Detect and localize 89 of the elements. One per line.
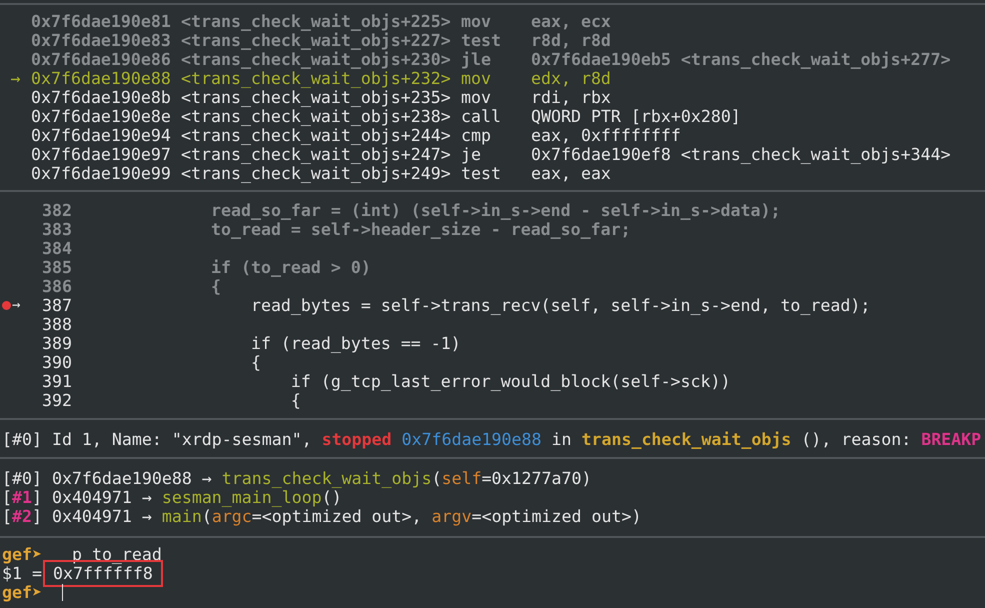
instruction-operands: r8d, r8d xyxy=(531,31,611,50)
function-name: trans_check_wait_objs xyxy=(222,469,432,488)
current-arrow: → xyxy=(10,69,20,88)
line-number: 386 xyxy=(41,277,72,296)
line-number: 388 xyxy=(41,315,72,334)
argument-name: argv xyxy=(432,507,472,526)
line-number: 382 xyxy=(41,201,72,220)
output-text: () xyxy=(322,488,342,507)
instruction-mnemonic: mov xyxy=(461,69,492,88)
instruction-mnemonic: mov xyxy=(461,12,492,31)
code-line: { xyxy=(211,277,221,296)
instruction-mnemonic: test xyxy=(461,31,502,50)
line-number: 387 xyxy=(41,296,72,315)
output-text: ] 0x404971 → xyxy=(32,488,153,507)
code-line: read_bytes = self->trans_recv(self, self->in_s->end, to_read); xyxy=(250,296,870,315)
instruction-address: 0x7f6dae190e8b xyxy=(31,88,172,107)
code-line: { xyxy=(250,353,261,372)
instruction-symbol: <trans_check_wait_objs+230> xyxy=(181,50,452,69)
instruction-address: 0x7f6dae190e99 xyxy=(31,164,172,183)
instruction-symbol: <trans_check_wait_objs+249> xyxy=(181,164,452,183)
output-text: =<optimized out>, xyxy=(252,507,423,526)
function-name: trans_check_wait_objs xyxy=(582,430,792,449)
text-cursor xyxy=(62,584,63,601)
argument-name: self xyxy=(442,469,482,488)
instruction-operands: eax, eax xyxy=(531,164,611,183)
line-number: 391 xyxy=(41,372,72,391)
line-number: 384 xyxy=(41,239,72,258)
output-text: (), reason: xyxy=(801,430,912,449)
instruction-operands: rdi, rbx xyxy=(531,88,611,107)
instruction-operands: QWORD PTR [rbx+0x280] xyxy=(531,107,741,126)
instruction-symbol: <trans_check_wait_objs+247> xyxy=(181,145,452,164)
output-text: $1 = xyxy=(2,564,42,583)
instruction-symbol: <trans_check_wait_objs+235> xyxy=(181,88,452,107)
instruction-operands: eax, ecx xyxy=(531,12,611,31)
instruction-operands: eax, 0xffffffff xyxy=(531,126,681,145)
function-name: sesman_main_loop xyxy=(162,488,322,507)
prompt-text: gef➤ xyxy=(2,545,42,564)
output-text: ( xyxy=(432,469,442,488)
instruction-symbol: <trans_check_wait_objs+232> xyxy=(181,69,452,88)
line-number: 390 xyxy=(41,353,72,372)
instruction-address: 0x7f6dae190e86 xyxy=(31,50,172,69)
output-text: in xyxy=(552,430,572,449)
prompt-text: gef➤ xyxy=(2,583,42,602)
line-number: 392 xyxy=(41,391,72,410)
instruction-address: 0x7f6dae190e81 xyxy=(31,12,172,31)
frame-number: #2 xyxy=(12,507,32,526)
instruction-operands: edx, r8d xyxy=(531,69,611,88)
function-name: main xyxy=(162,507,202,526)
output-text: [#0] Id 1, Name: "xrdp-sesman", xyxy=(2,430,312,449)
code-line: if (read_bytes == -1) xyxy=(250,334,461,353)
instruction-operands: 0x7f6dae190ef8 <trans_check_wait_objs+344> xyxy=(531,145,951,164)
instruction-mnemonic: mov xyxy=(461,88,492,107)
instruction-mnemonic: call xyxy=(461,107,502,126)
value-text: 0x7ffffff8 xyxy=(42,560,163,587)
instruction-address: 0x7f6dae190e8e xyxy=(31,107,172,126)
frame-number: #1 xyxy=(12,488,32,507)
code-line: read_so_far = (int) (self->in_s->end - self->in_s->data); xyxy=(211,201,780,220)
argument-name: argc xyxy=(212,507,252,526)
line-number: 385 xyxy=(41,258,72,277)
instruction-operands: 0x7f6dae190eb5 <trans_check_wait_objs+277> xyxy=(531,50,951,69)
reason-text: BREAKP xyxy=(921,430,982,449)
output-text: =0x1277a70) xyxy=(482,469,592,488)
instruction-address: 0x7f6dae190e83 xyxy=(31,31,172,50)
status-text: stopped xyxy=(322,430,392,449)
output-text: ] 0x404971 → xyxy=(32,507,153,526)
code-line: if (to_read > 0) xyxy=(211,258,371,277)
instruction-address: 0x7f6dae190e88 xyxy=(31,69,172,88)
code-line: if (g_tcp_last_error_would_block(self->sck)) xyxy=(290,372,730,391)
code-line: to_read = self->header_size - read_so_far; xyxy=(211,220,631,239)
instruction-address: 0x7f6dae190e97 xyxy=(31,145,172,164)
output-text: [ xyxy=(2,488,12,507)
instruction-address: 0x7f6dae190e94 xyxy=(31,126,172,145)
output-text: [#0] 0x7f6dae190e88 → xyxy=(2,469,213,488)
instruction-mnemonic: je xyxy=(461,145,482,164)
code-line: { xyxy=(290,391,301,410)
address-text: 0x7f6dae190e88 xyxy=(402,430,542,449)
instruction-mnemonic: test xyxy=(461,164,502,183)
output-text: ( xyxy=(202,507,212,526)
line-number: 389 xyxy=(41,334,72,353)
line-number: 383 xyxy=(41,220,72,239)
output-text: =<optimized out>) xyxy=(472,507,642,526)
instruction-symbol: <trans_check_wait_objs+225> xyxy=(181,12,452,31)
instruction-symbol: <trans_check_wait_objs+244> xyxy=(181,126,452,145)
instruction-mnemonic: jle xyxy=(461,50,492,69)
instruction-symbol: <trans_check_wait_objs+227> xyxy=(181,31,452,50)
instruction-mnemonic: cmp xyxy=(461,126,492,145)
current-arrow: → xyxy=(12,296,20,315)
output-text: [ xyxy=(2,507,12,526)
instruction-symbol: <trans_check_wait_objs+238> xyxy=(181,107,452,126)
